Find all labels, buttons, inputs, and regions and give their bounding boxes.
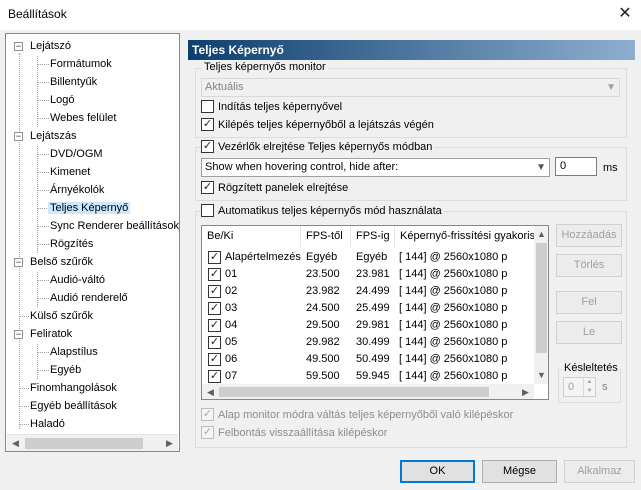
table-row[interactable]: ✓ 05 29.982 30.499 [ 144] @ 2560x1080 p <box>202 334 534 351</box>
column-header-fps-from[interactable]: FPS-től <box>301 226 351 247</box>
monitor-group-label: Teljes képernyős monitor <box>202 61 328 73</box>
checkmark-icon: ✓ <box>201 117 214 131</box>
close-icon[interactable]: ✕ <box>614 3 636 25</box>
tree-item-advanced[interactable]: Haladó <box>30 416 65 433</box>
scrollbar-thumb[interactable] <box>25 438 143 449</box>
move-down-button[interactable]: Le <box>556 321 622 344</box>
ok-button[interactable]: OK <box>400 460 475 483</box>
tree-item-formats[interactable]: Formátumok <box>50 56 112 73</box>
scrollbar-thumb[interactable] <box>219 387 489 397</box>
tree-item-sync-renderer[interactable]: Sync Renderer beállítások <box>50 218 179 235</box>
tree-item-shaders[interactable]: Árnyékolók <box>50 182 104 199</box>
checkmark-icon: ✓ <box>201 139 214 153</box>
tree-item-output[interactable]: Kimenet <box>50 164 90 181</box>
start-fullscreen-checkbox[interactable]: Indítás teljes képernyővel <box>201 99 342 115</box>
tree-item-logo[interactable]: Logó <box>50 92 74 109</box>
scroll-right-icon[interactable]: ▶ <box>161 435 178 451</box>
tree-horizontal-scrollbar[interactable]: ◀ ▶ <box>7 434 178 451</box>
tree-item-external-filters[interactable]: Külső szűrők <box>30 308 93 325</box>
table-row[interactable]: ✓ 07 59.500 59.945 [ 144] @ 2560x1080 p <box>202 368 534 385</box>
scroll-left-icon[interactable]: ◀ <box>202 384 219 399</box>
scroll-left-icon[interactable]: ◀ <box>7 435 24 451</box>
checkmark-icon: ✓ <box>201 407 214 421</box>
column-header-fps-to[interactable]: FPS-ig <box>351 226 395 247</box>
collapse-icon[interactable]: − <box>14 330 23 339</box>
checkbox-icon <box>201 203 214 217</box>
delay-spinbox[interactable]: 0 ▲ ▼ <box>563 377 596 397</box>
checkmark-icon: ✓ <box>201 425 214 439</box>
table-row[interactable]: ✓ 03 24.500 25.499 [ 144] @ 2560x1080 p <box>202 300 534 317</box>
table-horizontal-scrollbar[interactable]: ◀ ▶ <box>202 384 534 399</box>
table-row[interactable]: ✓ Alapértelmezés Egyéb Egyéb [ 144] @ 25… <box>202 249 534 266</box>
chevron-down-icon: ▼ <box>536 162 546 173</box>
hide-mode-select[interactable]: Show when hovering control, hide after: … <box>201 158 550 177</box>
tree-item-tweaks[interactable]: Finomhangolások <box>30 380 117 397</box>
checkmark-icon: ✓ <box>208 319 221 332</box>
spinner-arrows-icon[interactable]: ▲ ▼ <box>583 378 595 396</box>
table-row[interactable]: ✓ 06 49.500 50.499 [ 144] @ 2560x1080 p <box>202 351 534 368</box>
checkmark-icon: ✓ <box>208 285 221 298</box>
hide-controls-checkbox[interactable]: ✓ Vezérlők elrejtése Teljes képernyős mód… <box>201 139 435 155</box>
delay-label: Késleltetés <box>562 362 620 374</box>
settings-tree[interactable]: − Lejátszó Formátumok Billentyűk Logó We… <box>5 33 180 452</box>
window-title: Beállítások <box>8 7 67 21</box>
scrollbar-thumb[interactable] <box>536 243 547 353</box>
hide-delay-input[interactable]: 0 <box>555 157 597 176</box>
move-up-button[interactable]: Fel <box>556 291 622 314</box>
tree-item-player[interactable]: Lejátszó <box>30 38 71 55</box>
table-vertical-scrollbar[interactable]: ▲ ▼ <box>534 226 548 384</box>
scroll-down-icon[interactable]: ▼ <box>534 367 548 384</box>
tree-item-internal-filters[interactable]: Belső szűrők <box>30 254 93 271</box>
tree-item-capture[interactable]: Rögzítés <box>50 236 93 253</box>
exit-fullscreen-checkbox[interactable]: ✓ Kilépés teljes képernyőből a lejátszás … <box>201 117 434 133</box>
auto-mode-checkbox[interactable]: Automatikus teljes képernyős mód használ… <box>201 203 444 219</box>
table-row[interactable]: ✓ 01 23.500 23.981 [ 144] @ 2560x1080 p <box>202 266 534 283</box>
checkmark-icon: ✓ <box>208 268 221 281</box>
delay-unit: s <box>602 381 608 393</box>
tree-item-misc[interactable]: Egyéb <box>50 362 81 379</box>
collapse-icon[interactable]: − <box>14 42 23 51</box>
table-row[interactable]: ✓ 04 29.500 29.981 [ 144] @ 2560x1080 p <box>202 317 534 334</box>
apply-button[interactable]: Alkalmaz <box>564 460 635 483</box>
hide-delay-unit: ms <box>603 162 618 174</box>
checkmark-icon: ✓ <box>208 302 221 315</box>
delete-button[interactable]: Törlés <box>556 254 622 277</box>
checkmark-icon: ✓ <box>208 336 221 349</box>
title-bar <box>0 0 641 30</box>
tree-item-audio-renderer[interactable]: Audió renderelő <box>50 290 128 307</box>
tree-item-fullscreen[interactable]: Teljes Képernyő <box>48 200 131 217</box>
collapse-icon[interactable]: − <box>14 258 23 267</box>
hide-docked-panels-checkbox[interactable]: ✓ Rögzített panelek elrejtése <box>201 180 348 196</box>
chevron-down-icon: ▼ <box>606 82 616 93</box>
default-monitor-checkbox[interactable]: ✓ Alap monitor módra váltás teljes képern… <box>201 407 513 423</box>
tree-item-audio-switcher[interactable]: Audió-váltó <box>50 272 105 289</box>
tree-item-default-style[interactable]: Alapstílus <box>50 344 98 361</box>
collapse-icon[interactable]: − <box>14 132 23 141</box>
scroll-right-icon[interactable]: ▶ <box>517 384 534 399</box>
checkmark-icon: ✓ <box>208 251 221 264</box>
refresh-rate-table[interactable]: Be/Ki FPS-től FPS-ig Képernyő-frissítési… <box>201 225 549 400</box>
checkmark-icon: ✓ <box>208 353 221 366</box>
restore-resolution-checkbox[interactable]: ✓ Felbontás visszaállítása kilépéskor <box>201 425 387 441</box>
checkmark-icon: ✓ <box>201 180 214 194</box>
cancel-button[interactable]: Mégse <box>482 460 557 483</box>
tree-item-subtitles[interactable]: Feliratok <box>30 326 72 343</box>
tree-item-keys[interactable]: Billentyűk <box>50 74 97 91</box>
column-header-toggle[interactable]: Be/Ki <box>202 226 301 247</box>
tree-item-web-interface[interactable]: Webes felület <box>50 110 116 127</box>
monitor-select[interactable]: Aktuális ▼ <box>201 78 620 97</box>
tree-item-playback[interactable]: Lejátszás <box>30 128 76 145</box>
tree-item-dvd-ogm[interactable]: DVD/OGM <box>50 146 103 163</box>
add-button[interactable]: Hozzáadás <box>556 224 622 247</box>
column-header-refresh-rate[interactable]: Képernyő-frissítési gyakoriság <box>395 226 545 247</box>
scroll-up-icon[interactable]: ▲ <box>534 226 548 243</box>
page-title: Teljes Képernyő <box>188 40 635 60</box>
tree-item-misc-settings[interactable]: Egyéb beállítások <box>30 398 117 415</box>
checkmark-icon: ✓ <box>208 370 221 383</box>
table-row[interactable]: ✓ 02 23.982 24.499 [ 144] @ 2560x1080 p <box>202 283 534 300</box>
checkbox-icon <box>201 99 214 113</box>
